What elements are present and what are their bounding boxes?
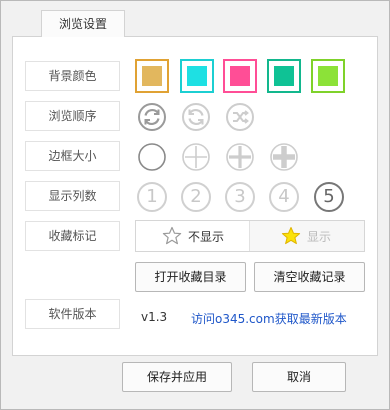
cancel-button[interactable]: 取消 — [252, 362, 346, 392]
save-apply-button[interactable]: 保存并应用 — [122, 362, 232, 392]
circle-empty-icon[interactable] — [137, 142, 167, 172]
swatch-fill — [318, 66, 338, 86]
border-size-label: 边框大小 — [25, 141, 120, 171]
column-option-5[interactable]: 5 — [314, 182, 344, 212]
fav-hide-label: 不显示 — [188, 230, 225, 244]
clear-fav-button[interactable]: 清空收藏记录 — [254, 262, 365, 292]
thick-cross-icon[interactable] — [269, 142, 299, 172]
medium-cross-icon[interactable] — [225, 142, 255, 172]
columns-label: 显示列数 — [25, 181, 120, 211]
fav-hide-option[interactable]: 不显示 — [136, 221, 250, 251]
fav-show-option[interactable]: 显示 — [251, 221, 365, 251]
swatch-fill — [187, 66, 207, 86]
update-link[interactable]: 访问o345.com获取最新版本 — [191, 310, 347, 327]
reverse-refresh-icon[interactable] — [181, 102, 211, 132]
color-swatch-gold[interactable] — [135, 59, 169, 93]
browse-order-label: 浏览顺序 — [25, 101, 120, 131]
fav-show-label: 显示 — [307, 230, 332, 244]
version-label: 软件版本 — [25, 299, 120, 329]
color-swatch-cyan[interactable] — [180, 59, 214, 93]
settings-window: 浏览设置 背景颜色 浏览顺序 边框大小 显示列数 收藏标记 软件版本 1 2 3… — [0, 0, 390, 410]
swatch-fill — [230, 66, 250, 86]
column-option-4[interactable]: 4 — [269, 182, 299, 212]
bg-color-label: 背景颜色 — [25, 61, 120, 91]
star-outline-icon — [162, 226, 182, 245]
tab-browse-settings[interactable]: 浏览设置 — [41, 10, 125, 37]
sequential-refresh-icon[interactable] — [137, 102, 167, 132]
star-filled-icon — [281, 227, 301, 245]
color-swatch-teal[interactable] — [267, 59, 301, 93]
color-swatch-pink[interactable] — [223, 59, 257, 93]
thin-cross-icon[interactable] — [181, 142, 211, 172]
swatch-fill — [274, 66, 294, 86]
version-value: v1.3 — [141, 310, 168, 324]
shuffle-icon[interactable] — [225, 102, 255, 132]
open-fav-dir-button[interactable]: 打开收藏目录 — [135, 262, 246, 292]
fav-mark-label: 收藏标记 — [25, 221, 120, 251]
column-option-2[interactable]: 2 — [181, 182, 211, 212]
color-swatch-lime[interactable] — [311, 59, 345, 93]
fav-mark-toggle: 不显示 显示 — [135, 220, 365, 252]
swatch-fill — [142, 66, 162, 86]
column-option-1[interactable]: 1 — [137, 182, 167, 212]
column-option-3[interactable]: 3 — [225, 182, 255, 212]
